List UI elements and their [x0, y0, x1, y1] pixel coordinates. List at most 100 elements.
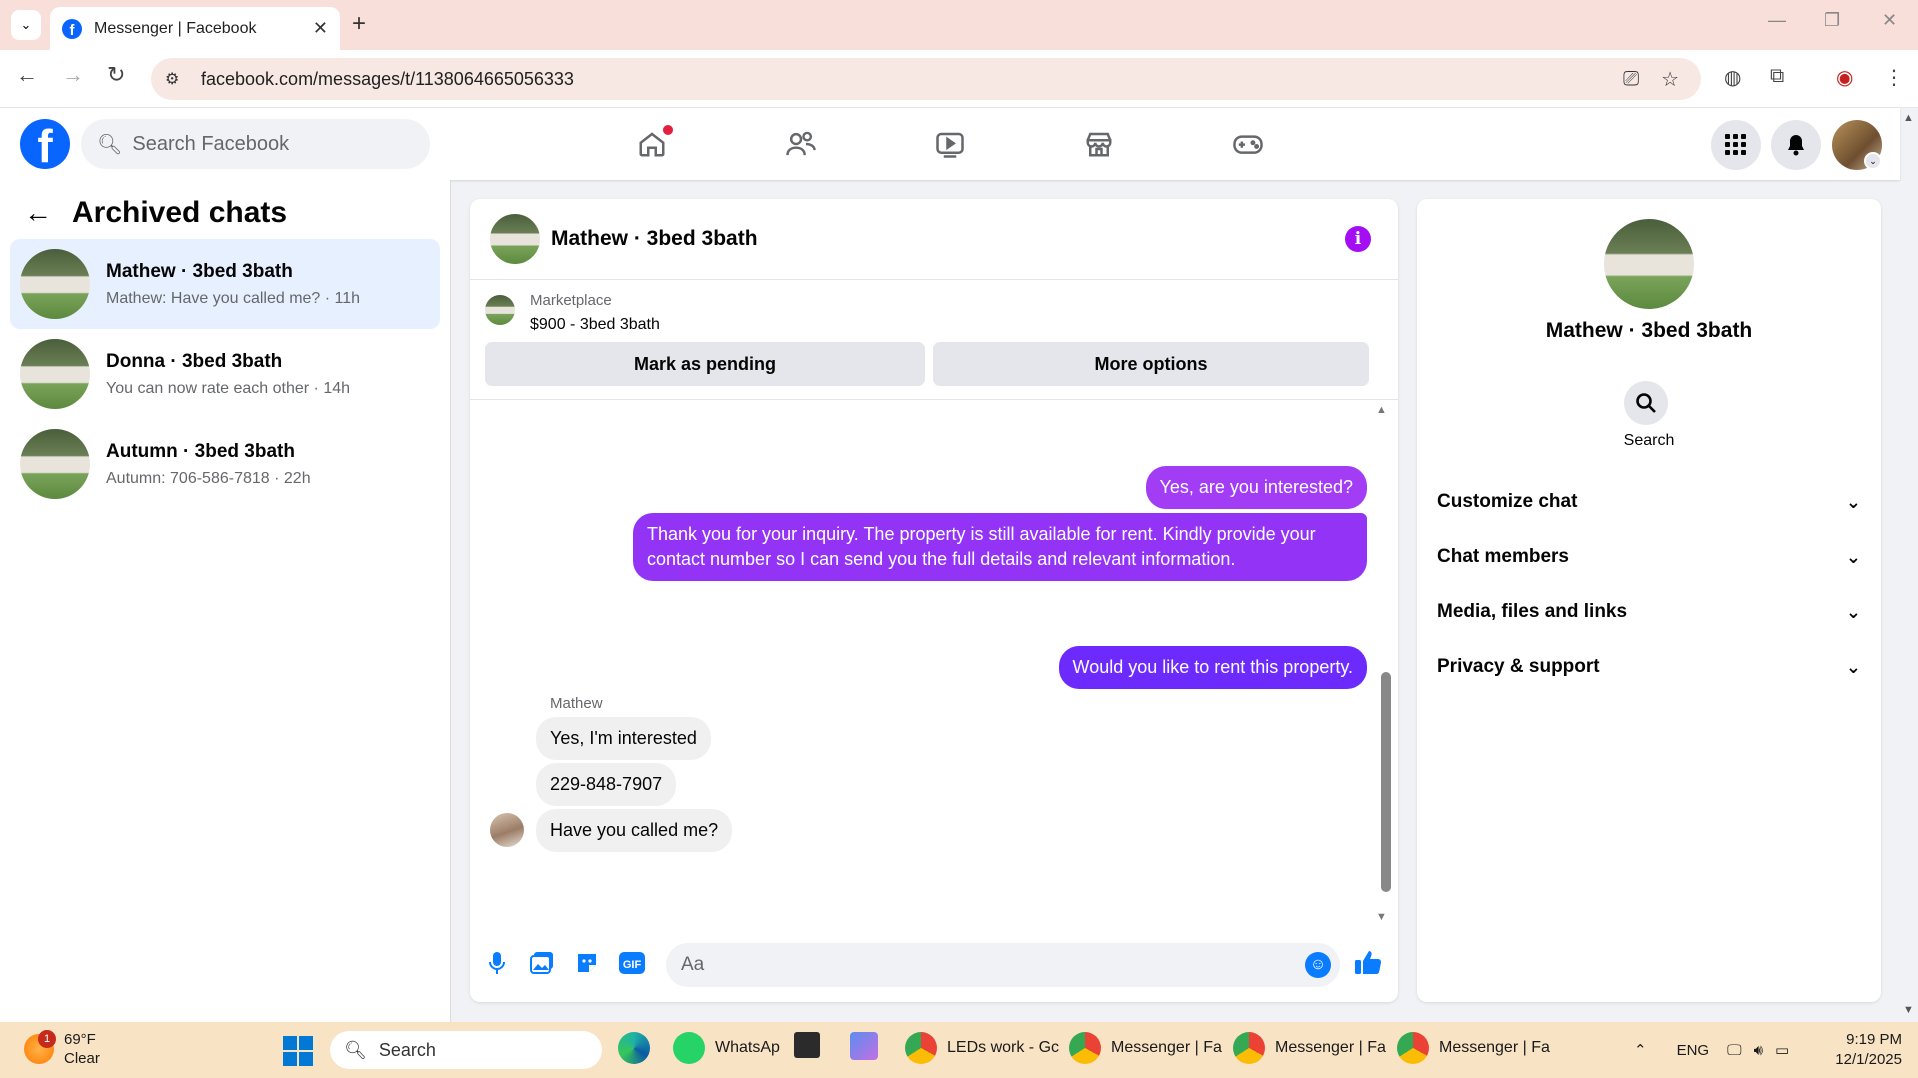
chat-members-section[interactable]: Chat members ⌄	[1437, 535, 1861, 579]
notifications-bell-icon[interactable]	[1771, 120, 1821, 170]
sticker-icon[interactable]	[573, 949, 601, 977]
search-in-chat-icon[interactable]	[1624, 381, 1668, 425]
extensions-icon[interactable]: ⧉	[1770, 65, 1784, 88]
facebook-logo-icon[interactable]: f	[20, 119, 70, 169]
install-app-icon[interactable]: ⎚	[1623, 68, 1639, 91]
page-scroll-up-arrow-icon[interactable]: ▲	[1903, 112, 1914, 124]
gif-icon[interactable]: GIF	[618, 949, 646, 977]
menu-grid-icon[interactable]	[1711, 120, 1761, 170]
forward-button[interactable]: →	[62, 62, 84, 88]
section-label: Customize chat	[1437, 491, 1578, 512]
weather-description: Clear	[64, 1050, 100, 1067]
scroll-up-arrow-icon[interactable]: ▲	[1376, 404, 1387, 416]
marketplace-icon[interactable]	[1079, 126, 1119, 162]
chat-avatar	[20, 429, 90, 499]
windows-start-icon[interactable]	[283, 1036, 313, 1066]
edge-taskbar-button[interactable]	[618, 1032, 660, 1064]
close-tab-icon[interactable]: ✕	[313, 18, 328, 39]
sender-avatar[interactable]	[490, 813, 524, 847]
conversation-panel: Mathew · 3bed 3bath i Marketplace $900 -…	[470, 199, 1398, 1002]
message-outgoing[interactable]: Thank you for your inquiry. The property…	[633, 513, 1367, 581]
mark-as-pending-button[interactable]: Mark as pending	[485, 342, 925, 386]
browser-menu-icon[interactable]: ⋮	[1884, 65, 1904, 90]
whatsapp-taskbar-button[interactable]: WhatsAp	[673, 1032, 780, 1064]
new-tab-button[interactable]: +	[352, 10, 366, 38]
message-incoming[interactable]: Have you called me?	[536, 809, 733, 852]
search-in-chat-label: Search	[1623, 432, 1675, 449]
microphone-icon[interactable]	[483, 949, 511, 977]
translate-icon[interactable]: ◍	[1724, 65, 1741, 90]
gaming-icon[interactable]	[1228, 126, 1268, 162]
message-outgoing[interactable]: Would you like to rent this property.	[1058, 646, 1367, 689]
search-icon: 🔍︎	[344, 1039, 367, 1060]
conversation-info-icon[interactable]: i	[1345, 226, 1371, 252]
emoji-icon[interactable]: ☺	[1305, 952, 1331, 978]
close-window-button[interactable]: ✕	[1882, 10, 1897, 31]
marketplace-listing-bar: Marketplace $900 - 3bed 3bath Mark as pe…	[470, 280, 1398, 400]
volume-icon[interactable]: 🔊︎	[1754, 1042, 1763, 1059]
message-incoming[interactable]: 229-848-7907	[536, 763, 677, 806]
input-language[interactable]: ENG	[1677, 1042, 1710, 1059]
message-input[interactable]	[666, 943, 1340, 987]
profile-icon[interactable]: ◉	[1836, 65, 1853, 90]
restore-window-button[interactable]: ❐	[1824, 10, 1840, 31]
chevron-down-icon: ⌄	[1845, 546, 1861, 567]
weather-temperature: 69°F	[64, 1031, 96, 1048]
address-bar[interactable]: ⚙ facebook.com/messages/t/11380646650563…	[151, 58, 1701, 100]
reload-button[interactable]: ↻	[107, 62, 125, 88]
account-chevron-down-icon[interactable]: ⌄	[1864, 152, 1882, 170]
search-icon: 🔍︎	[97, 133, 123, 156]
site-settings-icon[interactable]: ⚙	[165, 69, 191, 89]
taskbar-search-box[interactable]: 🔍︎ Search	[330, 1031, 602, 1069]
chat-item-mathew[interactable]: Mathew · 3bed 3bath Mathew: Have you cal…	[10, 239, 440, 329]
bookmark-star-icon[interactable]: ☆	[1661, 67, 1679, 92]
browser-tab-active[interactable]: f Messenger | Facebook ✕	[50, 7, 340, 50]
message-scrollbar-thumb[interactable]	[1381, 672, 1391, 892]
back-arrow-icon[interactable]: ←	[24, 197, 52, 229]
scroll-down-arrow-icon[interactable]: ▼	[1376, 911, 1387, 923]
minimize-window-button[interactable]: —	[1768, 10, 1786, 31]
sticky-notes-taskbar-button[interactable]	[794, 1032, 830, 1058]
conversation-avatar[interactable]	[490, 214, 540, 264]
more-options-button[interactable]: More options	[933, 342, 1369, 386]
chrome-taskbar-button-messenger-1[interactable]: Messenger | Fa	[1069, 1032, 1222, 1064]
chrome-taskbar-button-messenger-3[interactable]: Messenger | Fa	[1397, 1032, 1550, 1064]
back-button[interactable]: ←	[16, 62, 38, 88]
chrome-taskbar-button-messenger-2[interactable]: Messenger | Fa	[1233, 1032, 1386, 1064]
chrome-icon	[1397, 1032, 1429, 1064]
chat-details-name: Mathew · 3bed 3bath	[1545, 319, 1753, 342]
privacy-support-section[interactable]: Privacy & support ⌄	[1437, 645, 1861, 689]
message-composer: GIF ☺	[470, 939, 1398, 993]
network-icon[interactable]: 🖵︎	[1727, 1042, 1741, 1059]
sender-name: Mathew	[550, 695, 603, 712]
archived-chats-sidebar: ← Archived chats Mathew · 3bed 3bath Mat…	[0, 180, 451, 1022]
chat-item-donna[interactable]: Donna · 3bed 3bath You can now rate each…	[10, 329, 440, 419]
battery-icon[interactable]: ▭	[1775, 1041, 1789, 1059]
video-icon[interactable]	[930, 126, 970, 162]
chrome-taskbar-button-leds[interactable]: LEDs work - Gc	[905, 1032, 1059, 1064]
snipping-tool-taskbar-button[interactable]	[850, 1032, 888, 1060]
chat-details-avatar[interactable]	[1604, 219, 1694, 309]
taskbar-app-label: Messenger | Fa	[1275, 1039, 1386, 1056]
weather-widget[interactable]: 1 69°F Clear	[24, 1030, 100, 1068]
taskbar-clock[interactable]: 9:19 PM 12/1/2025	[1822, 1030, 1902, 1070]
conversation-title[interactable]: Mathew · 3bed 3bath	[551, 227, 758, 251]
photo-attach-icon[interactable]	[528, 949, 556, 977]
thumbs-up-icon[interactable]	[1354, 949, 1382, 982]
message-incoming[interactable]: Yes, I'm interested	[536, 717, 711, 760]
section-label: Privacy & support	[1437, 656, 1600, 677]
tab-search-dropdown-button[interactable]: ⌄	[11, 10, 41, 40]
customize-chat-section[interactable]: Customize chat ⌄	[1437, 480, 1861, 524]
listing-thumbnail[interactable]	[485, 295, 515, 325]
page-scroll-down-arrow-icon[interactable]: ▼	[1903, 1004, 1914, 1016]
show-hidden-icons-chevron-up-icon[interactable]: ⌃	[1634, 1041, 1647, 1059]
listing-title[interactable]: $900 - 3bed 3bath	[530, 316, 660, 334]
chat-item-autumn[interactable]: Autumn · 3bed 3bath Autumn: 706-586-7818…	[10, 419, 440, 509]
facebook-header: f 🔍︎ Search Facebook ⌄	[0, 108, 1900, 180]
message-list: Yes, are you interested? Thank you for y…	[470, 401, 1398, 926]
url-text[interactable]: facebook.com/messages/t/1138064665056333	[201, 69, 1623, 90]
media-files-links-section[interactable]: Media, files and links ⌄	[1437, 590, 1861, 634]
message-outgoing[interactable]: Yes, are you interested?	[1145, 466, 1367, 509]
friends-icon[interactable]	[781, 126, 821, 162]
facebook-search-input[interactable]: 🔍︎ Search Facebook	[81, 119, 430, 169]
